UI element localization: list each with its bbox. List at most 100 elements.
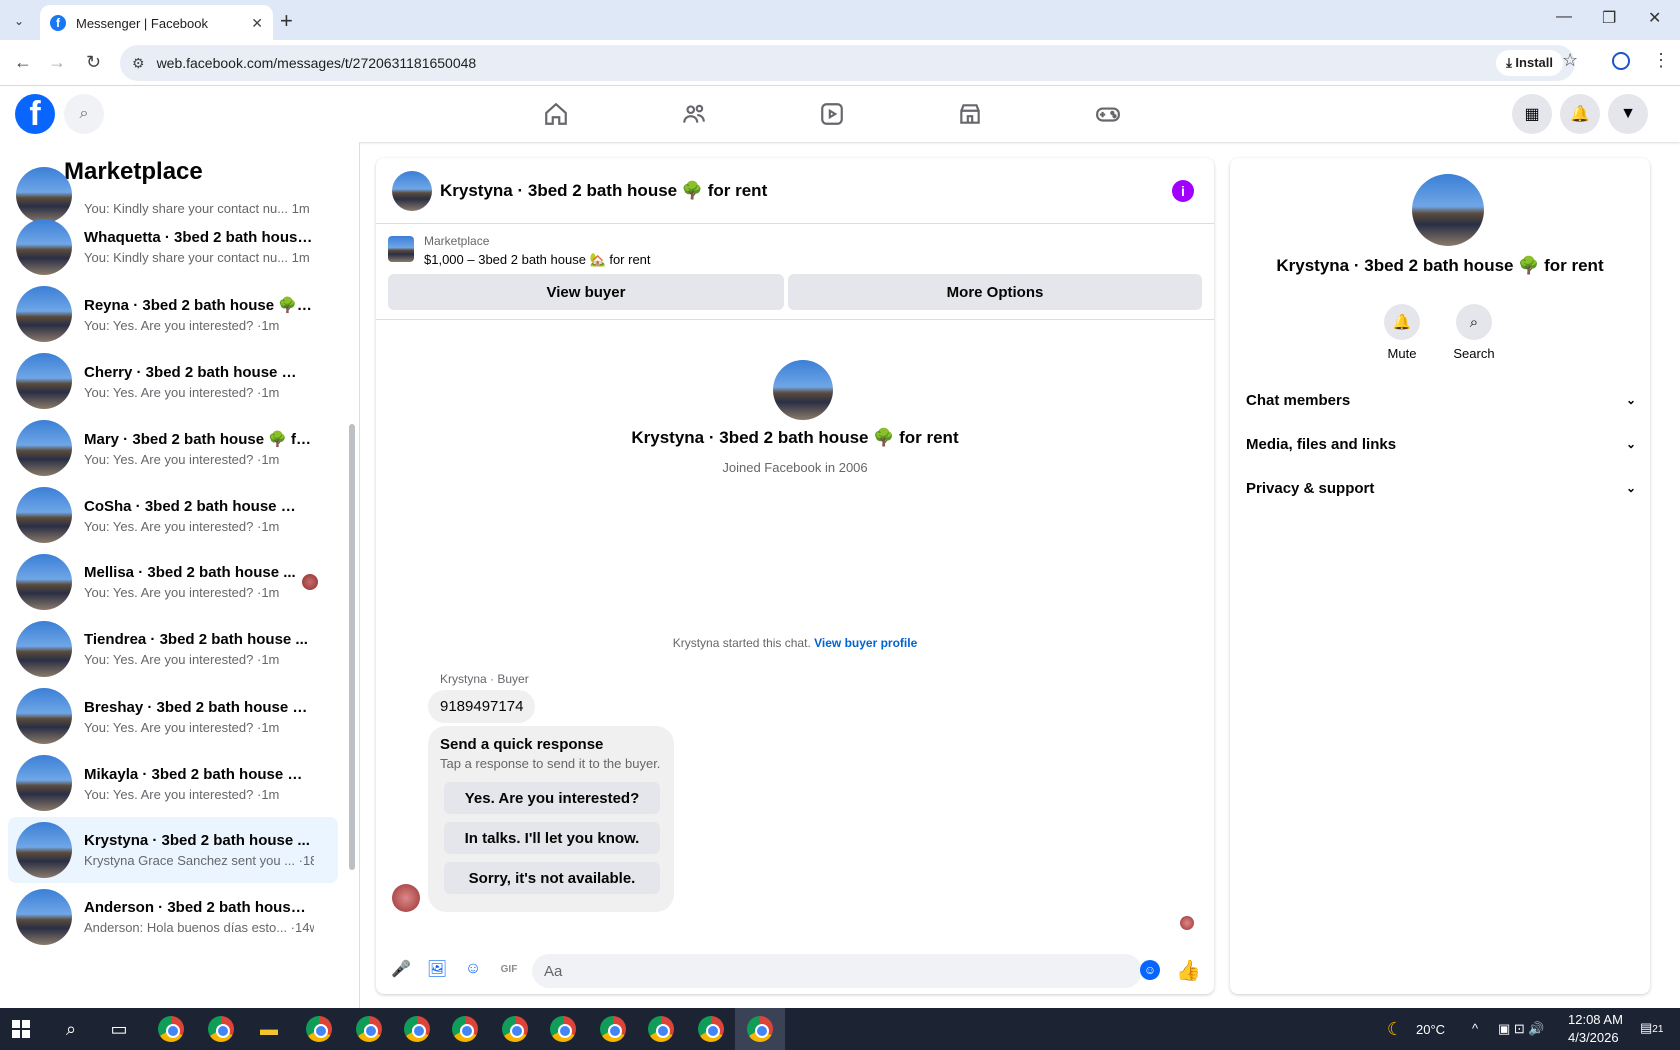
- tray-status-icons[interactable]: ▣ ⊡ 🔊: [1498, 1021, 1545, 1037]
- quick-reply-button[interactable]: Yes. Are you interested?: [444, 782, 660, 814]
- facebook-favicon-icon: f: [50, 15, 66, 31]
- chat-title[interactable]: Krystyna · 3bed 2 bath house 🌳 for rent: [440, 181, 767, 201]
- friends-icon[interactable]: [674, 94, 714, 134]
- home-icon[interactable]: [536, 94, 576, 134]
- chat-avatar[interactable]: [392, 170, 432, 211]
- emoji-icon[interactable]: ☺: [1140, 960, 1160, 980]
- details-avatar[interactable]: [1412, 174, 1484, 246]
- restore-button[interactable]: ❐: [1602, 8, 1616, 28]
- more-options-button[interactable]: More Options: [788, 274, 1202, 310]
- chrome-taskbar-icon[interactable]: [404, 1016, 430, 1042]
- tray-chevron-icon[interactable]: ^: [1472, 1021, 1478, 1036]
- taskbar-search-icon[interactable]: ⌕: [56, 1014, 86, 1044]
- listing-price[interactable]: $1,000 – 3bed 2 bath house 🏡 for rent: [424, 252, 651, 268]
- chat-started-note: Krystyna started this chat. View buyer p…: [672, 636, 918, 650]
- message-input[interactable]: Aa: [532, 954, 1142, 988]
- profile-icon[interactable]: [1612, 52, 1630, 70]
- reload-icon[interactable]: ↻: [86, 52, 101, 73]
- chrome-taskbar-icon[interactable]: [356, 1016, 382, 1042]
- contact-hero-name: Krystyna · 3bed 2 bath house 🌳 for rent: [631, 428, 959, 447]
- menu-grid-icon[interactable]: ▦: [1512, 94, 1552, 134]
- view-buyer-button[interactable]: View buyer: [388, 274, 784, 310]
- back-icon[interactable]: ←: [14, 52, 32, 73]
- scrollbar-thumb[interactable]: [349, 424, 355, 870]
- quick-response-title: Send a quick response: [440, 736, 604, 753]
- chrome-taskbar-icon[interactable]: [208, 1016, 234, 1042]
- search-icon[interactable]: ⌕: [64, 94, 104, 134]
- conversation-item[interactable]: Cherry · 3bed 2 bath house 🌳 f... You: Ye…: [8, 348, 338, 414]
- menu-kebab-icon[interactable]: ⋮: [1652, 50, 1670, 71]
- install-button[interactable]: ⤓ Install: [1496, 50, 1563, 76]
- conversation-item[interactable]: Whaquetta · 3bed 2 bath house ... You: Ki…: [8, 214, 338, 280]
- search-button[interactable]: ⌕ Search: [1444, 304, 1504, 361]
- close-window-button[interactable]: ✕: [1648, 8, 1661, 28]
- chevron-down-icon: ⌄: [1625, 393, 1636, 407]
- message-sender: Krystyna · Buyer: [440, 672, 529, 686]
- new-tab-button[interactable]: +: [280, 8, 293, 34]
- sticker-icon[interactable]: ☺: [458, 954, 488, 984]
- clock-time[interactable]: 12:08 AM: [1568, 1012, 1623, 1027]
- windows-start-icon[interactable]: [12, 1020, 30, 1038]
- gif-icon[interactable]: GIF: [494, 954, 524, 984]
- quick-reply-button[interactable]: In talks. I'll let you know.: [444, 822, 660, 854]
- file-explorer-icon[interactable]: ▬: [254, 1014, 284, 1044]
- conversation-item[interactable]: Tiendrea · 3bed 2 bath house ... You: Yes…: [8, 616, 338, 682]
- chrome-taskbar-icon[interactable]: [158, 1016, 184, 1042]
- mute-button[interactable]: 🔔 Mute: [1372, 304, 1432, 361]
- clock-date[interactable]: 4/3/2026: [1568, 1030, 1619, 1045]
- conversation-item[interactable]: Mellisa · 3bed 2 bath house ... You: Yes.…: [8, 549, 338, 615]
- chrome-taskbar-icon[interactable]: [648, 1016, 674, 1042]
- chrome-taskbar-icon[interactable]: [452, 1016, 478, 1042]
- weather-temp[interactable]: 20°C: [1416, 1022, 1445, 1037]
- chevron-down-icon: ⌄: [1625, 481, 1636, 495]
- close-tab-icon[interactable]: ✕: [251, 15, 263, 32]
- microphone-icon[interactable]: 🎤: [386, 954, 416, 984]
- conversation-avatar: [16, 420, 72, 476]
- tab-search-icon[interactable]: ⌄: [8, 10, 30, 32]
- site-info-icon[interactable]: ⚙: [132, 55, 145, 72]
- conversation-item[interactable]: Mary · 3bed 2 bath house 🌳 for... You: Ye…: [8, 415, 338, 481]
- photo-icon[interactable]: 🖼: [422, 954, 452, 984]
- chat-members-section[interactable]: Chat members ⌄: [1246, 380, 1636, 420]
- marketplace-icon[interactable]: [950, 94, 990, 134]
- conversation-item[interactable]: Breshay · 3bed 2 bath house 🌳 ... You: Ye…: [8, 683, 338, 749]
- conversation-item[interactable]: Anderson · 3bed 2 bath house ... Anderson…: [8, 884, 338, 950]
- video-icon[interactable]: [812, 94, 852, 134]
- chrome-taskbar-icon[interactable]: [600, 1016, 626, 1042]
- conversation-item[interactable]: Mikayla · 3bed 2 bath house 🌳 ... You: Ye…: [8, 750, 338, 816]
- quick-reply-button[interactable]: Sorry, it's not available.: [444, 862, 660, 894]
- conversation-avatar: [16, 755, 72, 811]
- browser-tab[interactable]: f Messenger | Facebook ✕: [40, 5, 273, 41]
- privacy-support-section[interactable]: Privacy & support ⌄: [1246, 468, 1636, 508]
- minimize-button[interactable]: —: [1556, 8, 1572, 26]
- chrome-taskbar-icon-active[interactable]: [747, 1016, 773, 1042]
- search-icon: ⌕: [1456, 304, 1492, 340]
- sender-avatar: [392, 884, 420, 912]
- bookmark-star-icon[interactable]: ☆: [1562, 50, 1578, 71]
- conversation-item[interactable]: CoSha · 3bed 2 bath house 🌳 f... You: Yes…: [8, 482, 338, 548]
- gaming-icon[interactable]: [1088, 94, 1128, 134]
- facebook-logo-icon[interactable]: f: [15, 94, 55, 134]
- chrome-taskbar-icon[interactable]: [550, 1016, 576, 1042]
- notifications-bell-icon[interactable]: 🔔: [1560, 94, 1600, 134]
- chrome-taskbar-icon[interactable]: [502, 1016, 528, 1042]
- conversation-item[interactable]: Reyna · 3bed 2 bath house 🌳 fo... You: Ye…: [8, 281, 338, 347]
- notification-center-icon[interactable]: ▤21: [1640, 1020, 1663, 1036]
- conversation-item-active[interactable]: Krystyna · 3bed 2 bath house ... Krystyna…: [8, 817, 338, 883]
- conversation-avatar: [16, 487, 72, 543]
- listing-thumbnail[interactable]: [388, 236, 414, 262]
- task-view-icon[interactable]: ▭: [104, 1014, 134, 1044]
- chrome-taskbar-icon[interactable]: [306, 1016, 332, 1042]
- omnibox[interactable]: ⚙ web.facebook.com/messages/t/2720631181…: [120, 45, 1575, 81]
- media-files-section[interactable]: Media, files and links ⌄: [1246, 424, 1636, 464]
- read-receipt-avatar: [1180, 916, 1194, 930]
- message-bubble[interactable]: 9189497174: [428, 690, 536, 723]
- account-dropdown-icon[interactable]: ▼: [1608, 94, 1648, 134]
- view-buyer-profile-link[interactable]: View buyer profile: [814, 636, 917, 650]
- forward-icon[interactable]: →: [48, 52, 66, 73]
- conversation-avatar: [16, 353, 72, 409]
- weather-icon[interactable]: ☾: [1380, 1014, 1410, 1044]
- thumbs-up-icon[interactable]: 👍: [1176, 958, 1201, 983]
- info-icon[interactable]: i: [1172, 180, 1194, 202]
- chrome-taskbar-icon[interactable]: [698, 1016, 724, 1042]
